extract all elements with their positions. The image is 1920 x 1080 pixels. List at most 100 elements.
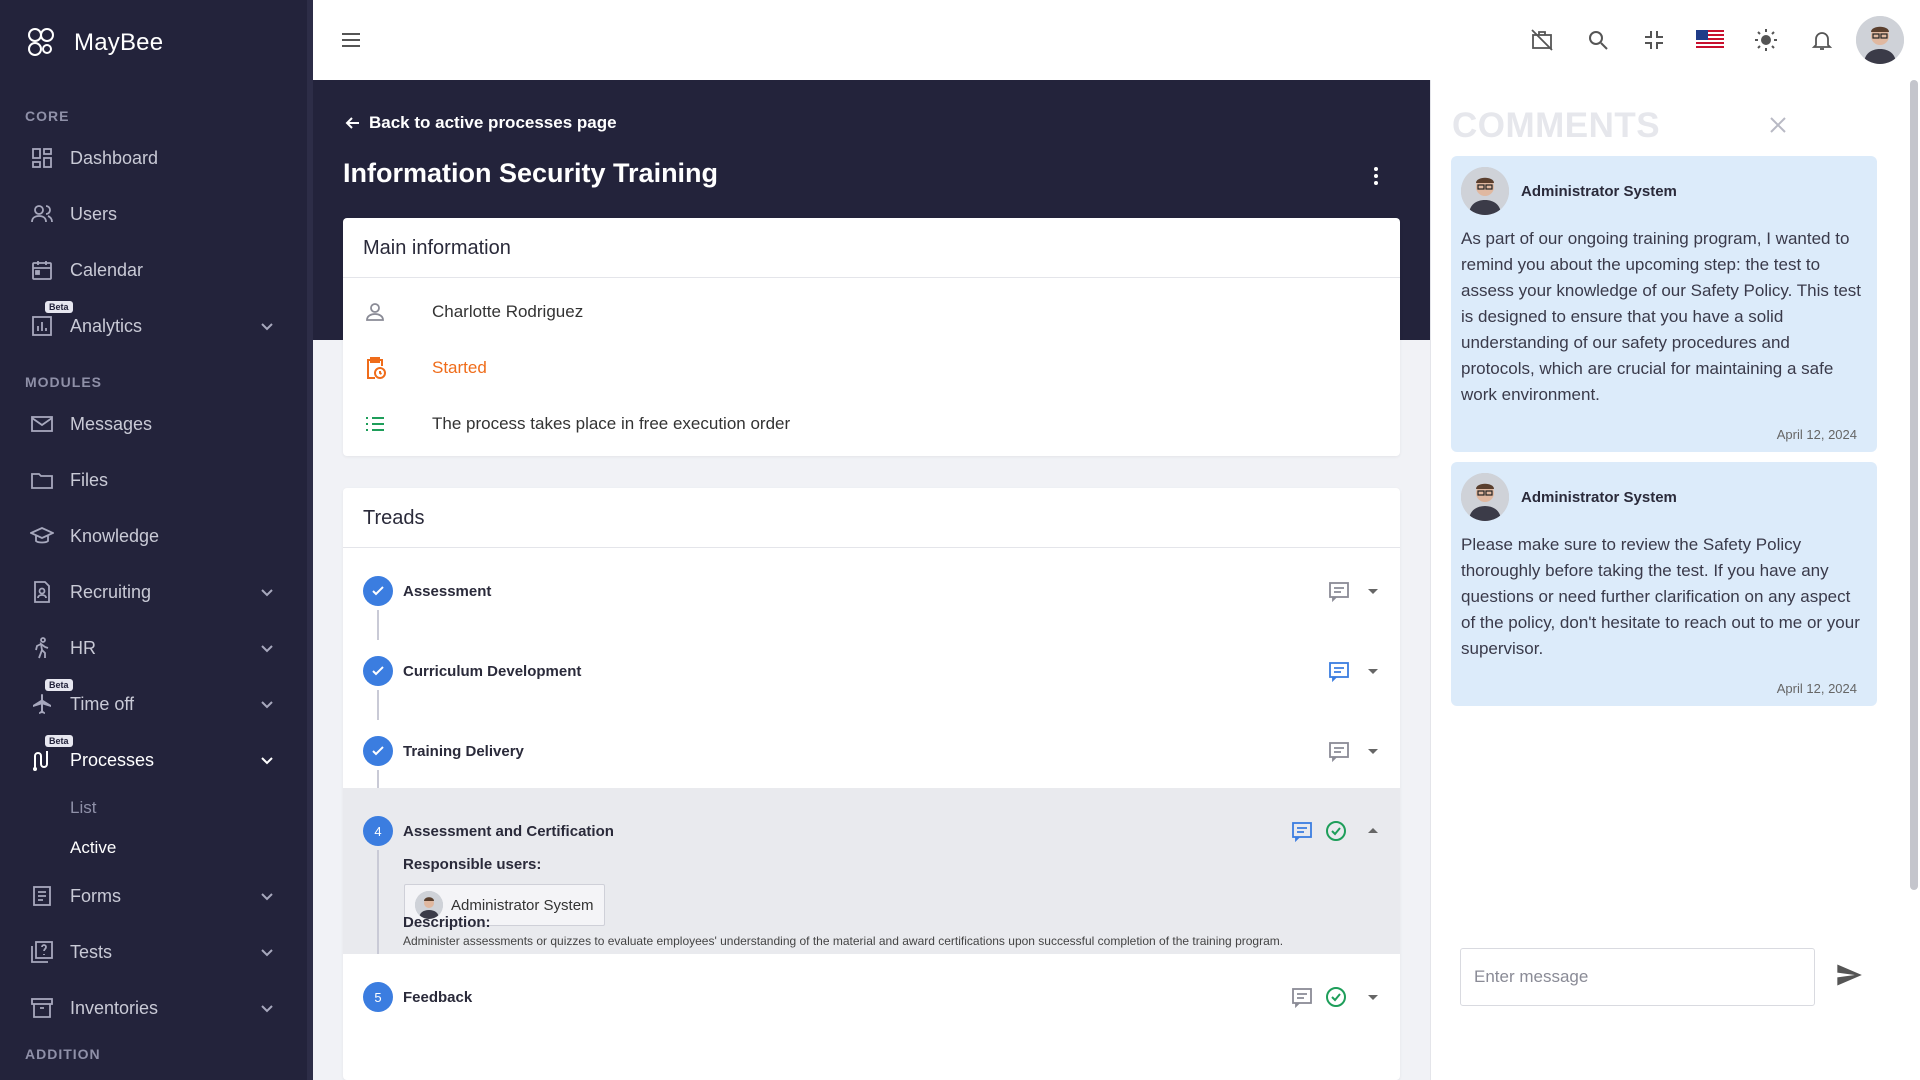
comment-author: Administrator System bbox=[1521, 488, 1677, 506]
card-title: Treads bbox=[343, 488, 1400, 548]
check-icon bbox=[372, 666, 384, 676]
thread-item[interactable]: Training Delivery bbox=[343, 708, 1400, 800]
caret-down-icon[interactable] bbox=[1361, 579, 1385, 603]
sidebar-item-messages[interactable]: Messages bbox=[0, 396, 313, 452]
sidebar-item-time-off[interactable]: Beta Time off bbox=[0, 676, 313, 732]
theme-toggle-button[interactable] bbox=[1738, 15, 1794, 65]
comment-author: Administrator System bbox=[1521, 182, 1677, 200]
close-icon[interactable] bbox=[1767, 114, 1789, 136]
info-row-order: The process takes place in free executio… bbox=[343, 396, 1400, 452]
menu-icon[interactable] bbox=[339, 28, 363, 52]
comment-icon[interactable] bbox=[1327, 579, 1351, 603]
thread-item[interactable]: Assessment bbox=[343, 548, 1400, 640]
comment-date: April 12, 2024 bbox=[1776, 427, 1857, 442]
sidebar-item-label: Analytics bbox=[70, 315, 143, 336]
airplane-icon bbox=[30, 692, 54, 716]
sidebar-item-label: Inventories bbox=[70, 997, 159, 1018]
topbar-actions bbox=[1514, 15, 1904, 65]
beta-badge: Beta bbox=[45, 679, 73, 691]
document-person-icon bbox=[30, 580, 54, 604]
chevron-down-icon bbox=[261, 757, 273, 765]
sidebar-item-label: Users bbox=[70, 203, 118, 224]
sidebar-item-calendar[interactable]: Calendar bbox=[0, 242, 313, 298]
comments-scrollbar[interactable] bbox=[1910, 80, 1918, 890]
back-to-active-processes-link[interactable]: Back to active processes page bbox=[343, 113, 617, 133]
chevron-down-icon bbox=[261, 701, 273, 709]
bell-icon bbox=[1811, 32, 1833, 50]
comment-card: Administrator System Please make sure to… bbox=[1451, 462, 1877, 706]
sun-icon bbox=[1755, 29, 1777, 51]
arrow-left-icon bbox=[345, 117, 359, 129]
language-button[interactable] bbox=[1682, 15, 1738, 65]
list-icon bbox=[366, 417, 384, 431]
sidebar-item-analytics[interactable]: Beta Analytics bbox=[0, 298, 313, 354]
sidebar-item-forms[interactable]: Forms bbox=[0, 868, 313, 924]
step-done-indicator bbox=[363, 656, 393, 686]
sidebar-item-tests[interactable]: Tests bbox=[0, 924, 313, 980]
section-label-core: CORE bbox=[25, 108, 70, 124]
check-icon bbox=[372, 586, 384, 596]
briefcase-off-button[interactable] bbox=[1514, 15, 1570, 65]
analytics-icon bbox=[30, 314, 54, 338]
thread-item[interactable]: Curriculum Development bbox=[343, 628, 1400, 720]
sidebar-item-dashboard[interactable]: Dashboard bbox=[0, 130, 313, 186]
avatar-portrait-icon bbox=[1461, 473, 1509, 521]
complete-check-icon[interactable] bbox=[1324, 985, 1348, 1009]
sidebar-item-recruiting[interactable]: Recruiting bbox=[0, 564, 313, 620]
search-icon bbox=[1589, 31, 1608, 50]
check-icon bbox=[372, 746, 384, 756]
info-row-status: Started bbox=[343, 340, 1400, 396]
sidebar-item-label: Knowledge bbox=[70, 525, 160, 546]
section-label-addition: ADDITION bbox=[25, 1046, 101, 1062]
sidebar-item-users[interactable]: Users bbox=[0, 186, 313, 242]
user-avatar[interactable] bbox=[1856, 16, 1904, 64]
comment-message-input[interactable] bbox=[1460, 948, 1815, 1006]
topbar bbox=[313, 0, 1920, 80]
notifications-button[interactable] bbox=[1794, 15, 1850, 65]
sidebar-item-processes[interactable]: Beta Processes bbox=[0, 732, 313, 788]
thread-item[interactable]: 5 Feedback bbox=[343, 954, 1400, 1034]
dashboard-icon bbox=[30, 146, 54, 170]
responsible-users-label: Responsible users: bbox=[403, 856, 542, 873]
caret-down-icon[interactable] bbox=[1361, 739, 1385, 763]
back-link-label: Back to active processes page bbox=[369, 113, 617, 132]
page-title: Information Security Training bbox=[343, 158, 719, 188]
sidebar-subitem-active[interactable]: Active bbox=[0, 828, 313, 868]
sidebar-item-inventories[interactable]: Inventories bbox=[0, 980, 313, 1036]
send-icon[interactable] bbox=[1835, 961, 1863, 989]
comment-active-icon[interactable] bbox=[1290, 819, 1314, 843]
search-button[interactable] bbox=[1570, 15, 1626, 65]
comment-icon[interactable] bbox=[1327, 739, 1351, 763]
folder-icon bbox=[30, 468, 54, 492]
sidebar-item-knowledge[interactable]: Knowledge bbox=[0, 508, 313, 564]
info-user-name: Charlotte Rodriguez bbox=[432, 302, 584, 321]
comment-active-icon[interactable] bbox=[1327, 659, 1351, 683]
process-icon bbox=[30, 748, 54, 772]
sidebar-item-label: Forms bbox=[70, 885, 121, 906]
caret-down-icon[interactable] bbox=[1361, 659, 1385, 683]
mail-icon bbox=[30, 412, 54, 436]
main-information-card: Main information Charlotte Rodriguez Sta… bbox=[343, 218, 1400, 456]
info-row-user: Charlotte Rodriguez bbox=[343, 284, 1400, 340]
thread-title: Assessment bbox=[403, 583, 492, 600]
sidebar-subitem-list[interactable]: List bbox=[0, 788, 313, 828]
comment-header: Administrator System bbox=[1461, 167, 1677, 215]
clipboard-clock-icon bbox=[367, 357, 386, 379]
sidebar-item-label: Tests bbox=[70, 941, 113, 962]
step-number-indicator: 5 bbox=[363, 982, 393, 1012]
comment-icon[interactable] bbox=[1290, 985, 1314, 1009]
sidebar-item-files[interactable]: Files bbox=[0, 452, 313, 508]
caret-down-icon[interactable] bbox=[1361, 985, 1385, 1009]
thread-item-expanded[interactable]: 4 Assessment and Certification Responsib… bbox=[343, 788, 1400, 954]
beta-badge: Beta bbox=[45, 735, 73, 747]
sidebar-item-label: Processes bbox=[70, 749, 155, 770]
step-done-indicator bbox=[363, 736, 393, 766]
us-flag-icon bbox=[1696, 30, 1724, 50]
more-vert-icon[interactable] bbox=[1364, 164, 1388, 188]
complete-check-icon[interactable] bbox=[1324, 819, 1348, 843]
comment-text: Please make sure to review the Safety Po… bbox=[1461, 535, 1860, 658]
sidebar-item-hr[interactable]: HR bbox=[0, 620, 313, 676]
caret-up-icon[interactable] bbox=[1361, 819, 1385, 843]
fullscreen-exit-button[interactable] bbox=[1626, 15, 1682, 65]
brand[interactable]: MayBee bbox=[0, 0, 313, 86]
